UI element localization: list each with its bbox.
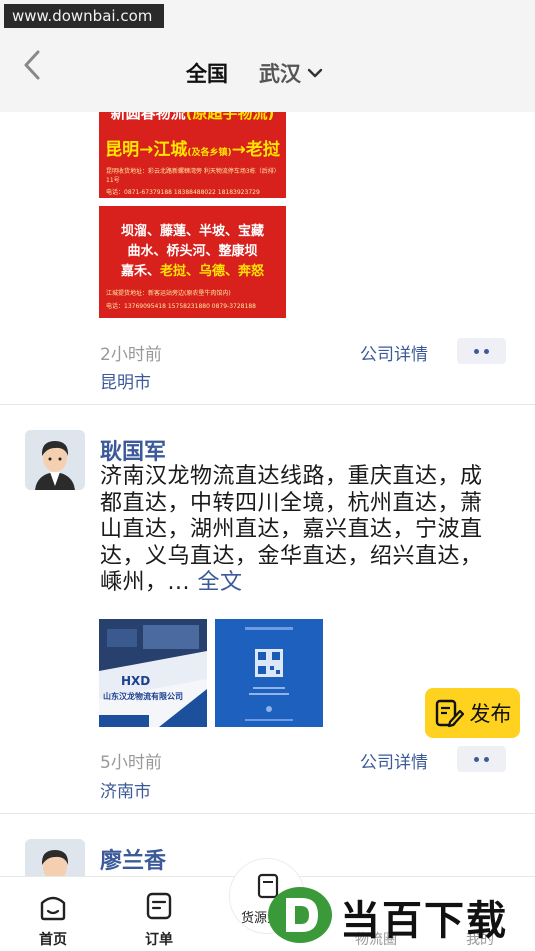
post-image-1[interactable]: HXD 山东汉龙物流有限公司 xyxy=(99,619,207,727)
more-options-button[interactable] xyxy=(457,338,506,364)
user-name[interactable]: 廖兰香 xyxy=(100,843,166,875)
dot-icon xyxy=(484,348,489,354)
user-name[interactable]: 耿国军 xyxy=(100,434,166,466)
poster-title-paren: (原超宇物流) xyxy=(185,112,275,122)
poster-route-left: 昆明→江城 xyxy=(105,140,188,160)
company-details-link[interactable]: 公司详情 xyxy=(360,340,428,365)
tab-national[interactable]: 全国 xyxy=(186,58,228,88)
poster-address: 昆明收货地址：彩云北路新螺蛳湾旁 利天物流停车场3栋（后排）11号 xyxy=(106,168,280,184)
poster-route-paren: (及各乡镇) xyxy=(187,148,232,158)
city-selector[interactable]: 武汉 xyxy=(259,58,323,88)
divider xyxy=(0,404,535,405)
divider xyxy=(0,813,535,814)
poster-line-3a: 嘉禾、 xyxy=(120,264,160,279)
home-icon xyxy=(40,896,66,921)
tab-home[interactable]: 首页 xyxy=(18,877,88,951)
poster-title: 新圆春物流 xyxy=(110,112,186,122)
dot-icon xyxy=(484,756,489,762)
chevron-left-icon xyxy=(24,50,40,80)
avatar[interactable] xyxy=(25,430,85,490)
poster-line-2: 曲水、桥头河、整康坝 xyxy=(127,244,258,259)
post-image-bottom[interactable]: 坝溜、藤蓮、半坡、宝藏 曲水、桥头河、整康坝 嘉禾、老挝、乌德、奔怒 江城提货地… xyxy=(99,206,286,318)
company-details-link[interactable]: 公司详情 xyxy=(360,748,428,773)
poster-phone-2: 电话：13769095418 15758231880 0879-3728188 xyxy=(106,303,256,310)
more-options-button[interactable] xyxy=(457,746,506,772)
brand-watermark: 当百下载 xyxy=(262,882,532,948)
publish-label: 发布 xyxy=(469,702,512,726)
dot-icon xyxy=(474,756,479,762)
full-text-link[interactable]: 全文 xyxy=(198,570,243,595)
tab-home-label: 首页 xyxy=(39,932,67,948)
site-watermark: www.downbai.com xyxy=(4,4,164,28)
brand-text: 当百下载 xyxy=(340,898,508,944)
company-logo-text: HXD xyxy=(121,674,151,688)
poster-phone: 电话：0871-67379188 18388488022 18183923729 xyxy=(106,189,260,196)
tab-orders-label: 订单 xyxy=(145,932,173,948)
poster-address-2: 江城提货地址：新客运站旁边(原农垦牛肉馆内) xyxy=(106,290,231,297)
post-city: 昆明市 xyxy=(100,373,151,393)
dot-icon xyxy=(474,348,479,354)
poster-line-3b: 老挝、乌德、奔怒 xyxy=(160,264,265,279)
post-ellipsis: ... xyxy=(167,570,190,595)
post-time: 2小时前 xyxy=(100,345,162,365)
poster-line-1: 坝溜、藤蓮、半坡、宝藏 xyxy=(120,224,264,239)
post-content[interactable]: 济南汉龙物流直达线路，重庆直达，成都直达，中转四川全境，杭州直达，萧山直达，湖州… xyxy=(100,464,490,597)
post-city: 济南市 xyxy=(100,782,151,802)
tab-orders[interactable]: 订单 xyxy=(124,877,194,951)
post-image-top[interactable]: 新圆春物流(原超宇物流) 昆明→江城(及各乡镇)→老挝 昆明收货地址：彩云北路新… xyxy=(99,112,286,198)
post-image-2[interactable] xyxy=(215,619,323,727)
brand-logo-icon xyxy=(268,887,332,943)
qr-brochure-image xyxy=(215,619,323,727)
avatar-man-icon xyxy=(25,430,85,490)
order-list-icon xyxy=(146,892,172,920)
company-brochure-image xyxy=(99,619,207,727)
chevron-down-icon xyxy=(307,68,323,78)
city-label: 武汉 xyxy=(259,62,301,86)
publish-button[interactable]: 发布 xyxy=(425,688,520,738)
edit-document-icon xyxy=(435,699,464,728)
post-time: 5小时前 xyxy=(100,753,162,773)
company-name-text: 山东汉龙物流有限公司 xyxy=(103,692,183,701)
poster-route-right: →老挝 xyxy=(231,140,280,160)
back-button[interactable] xyxy=(18,48,48,82)
post-body-text: 济南汉龙物流直达线路，重庆直达，成都直达，中转四川全境，杭州直达，萧山直达，湖州… xyxy=(100,464,483,595)
